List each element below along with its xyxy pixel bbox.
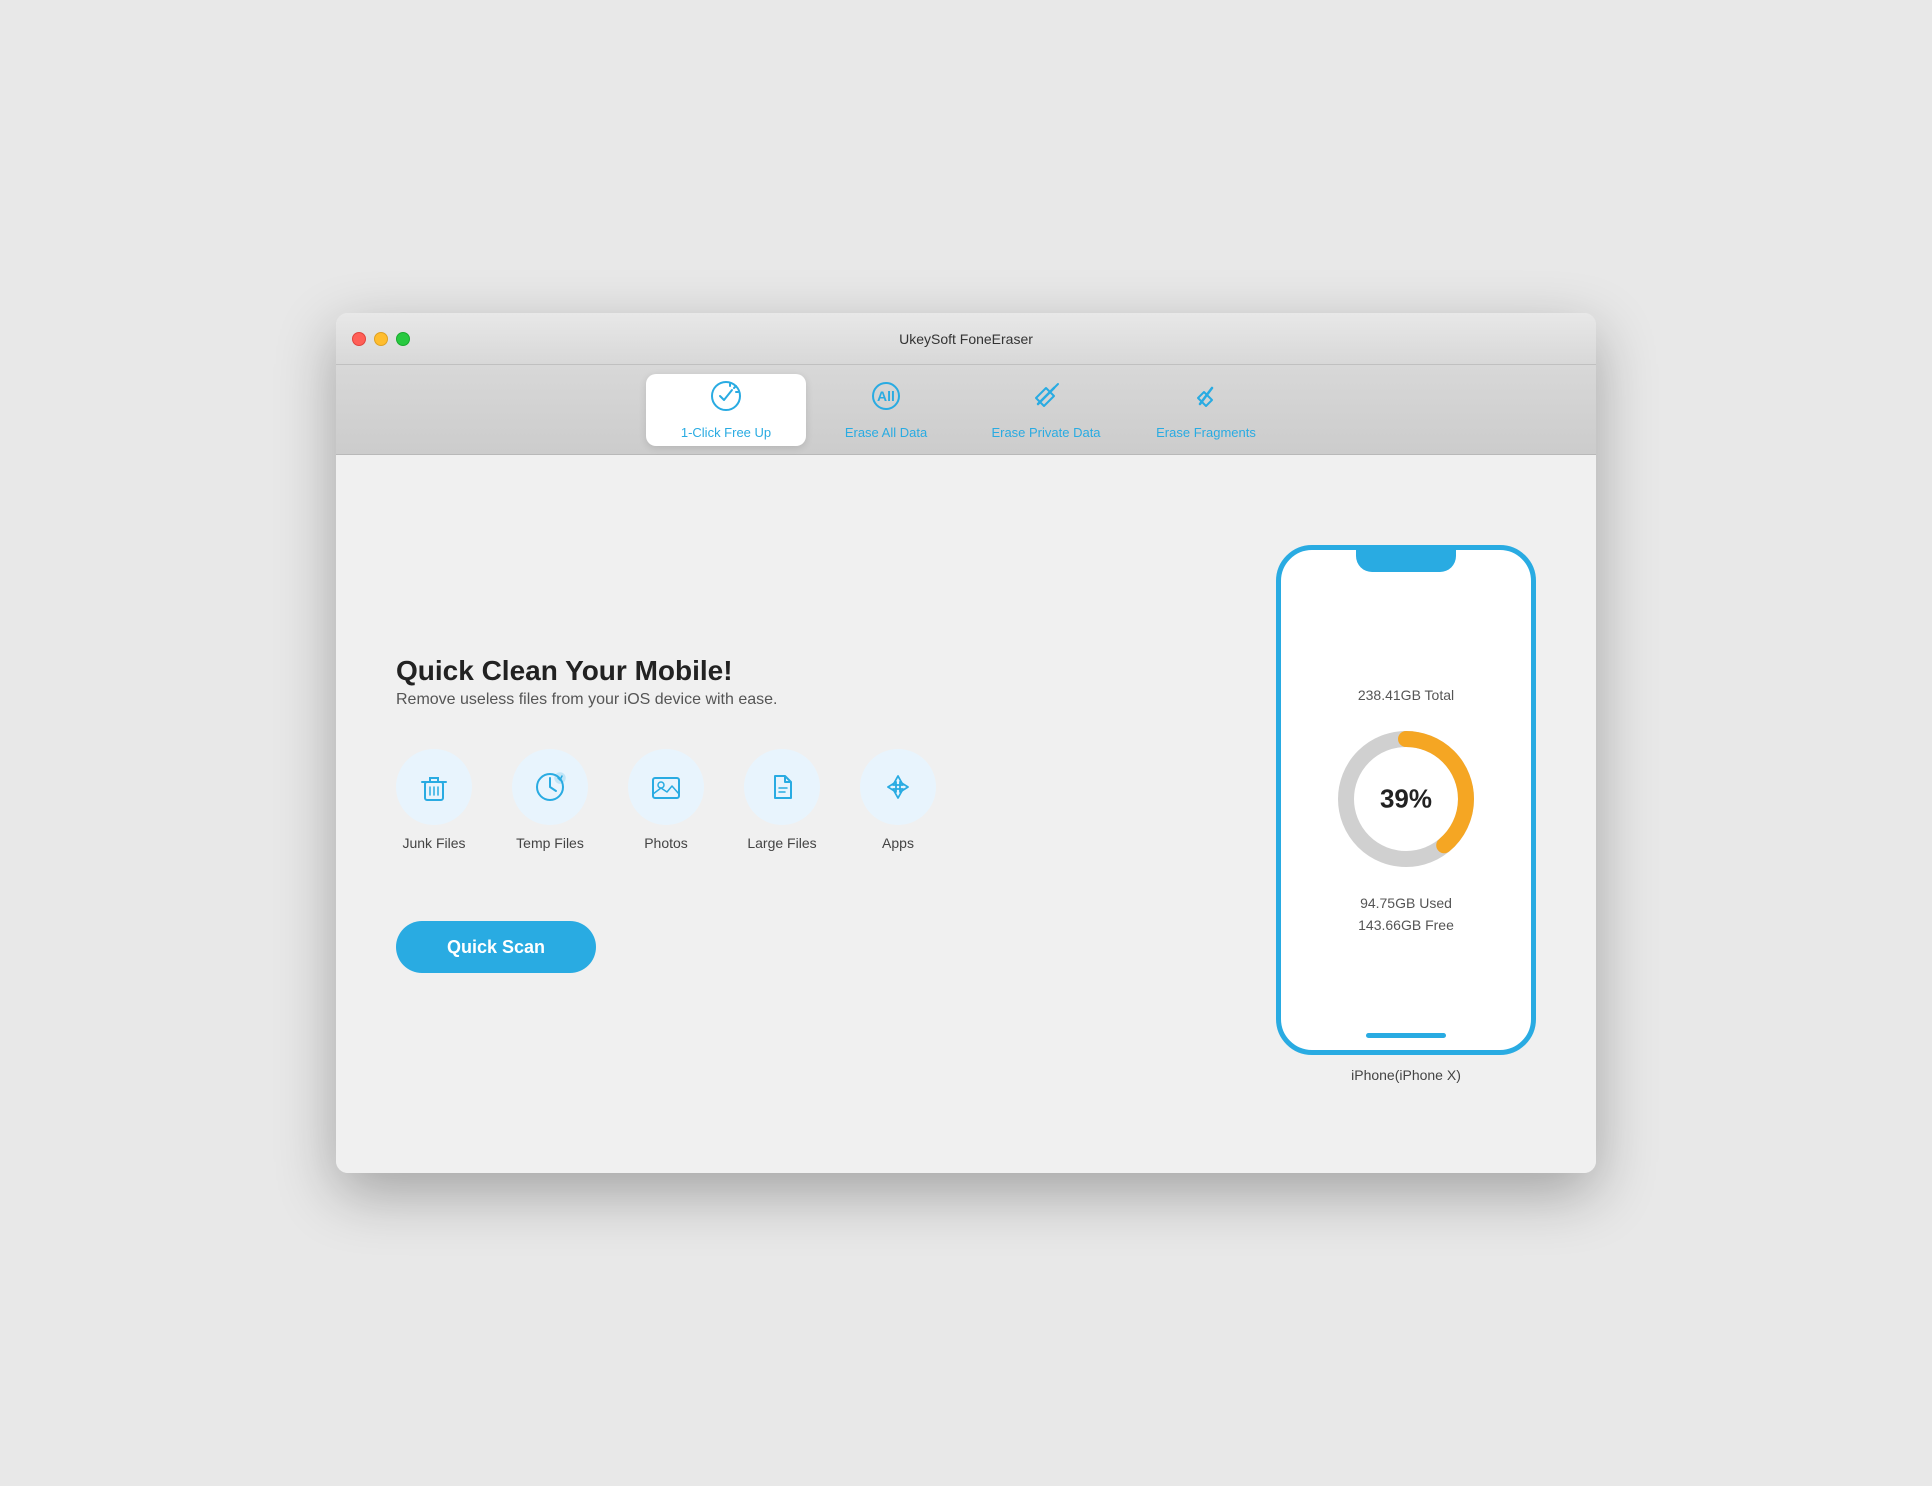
erase-private-icon	[1030, 380, 1062, 419]
device-name-label: iPhone(iPhone X)	[1351, 1067, 1461, 1083]
right-panel: 238.41GB Total 39%	[1276, 545, 1536, 1083]
large-files-icon	[763, 768, 801, 806]
total-storage-label: 238.41GB Total	[1358, 687, 1454, 703]
phone-home-bar	[1366, 1033, 1446, 1038]
temp-files-icon	[531, 768, 569, 806]
apps-label: Apps	[882, 835, 914, 851]
apps-icon	[879, 768, 917, 806]
one-click-icon	[710, 380, 742, 419]
app-window: UkeySoft FoneEraser 1-Click Free Up All	[336, 313, 1596, 1173]
donut-chart: 39%	[1326, 719, 1486, 879]
photos-label: Photos	[644, 835, 688, 851]
window-title: UkeySoft FoneEraser	[899, 331, 1033, 347]
phone-frame: 238.41GB Total 39%	[1276, 545, 1536, 1055]
minimize-button[interactable]	[374, 332, 388, 346]
close-button[interactable]	[352, 332, 366, 346]
storage-details: 94.75GB Used 143.66GB Free	[1358, 895, 1454, 933]
phone-mockup: 238.41GB Total 39%	[1276, 545, 1536, 1055]
left-panel: Quick Clean Your Mobile! Remove useless …	[396, 655, 1276, 973]
main-subtitle: Remove useless files from your iOS devic…	[396, 691, 1276, 709]
feature-temp-files[interactable]: Temp Files	[512, 749, 588, 851]
phone-content: 238.41GB Total 39%	[1326, 590, 1486, 1030]
feature-junk-files[interactable]: Junk Files	[396, 749, 472, 851]
tab-erase-private-data[interactable]: Erase Private Data	[966, 374, 1126, 446]
erase-all-icon: All	[870, 380, 902, 419]
tab-erase-all-data[interactable]: All Erase All Data	[806, 374, 966, 446]
maximize-button[interactable]	[396, 332, 410, 346]
main-content: Quick Clean Your Mobile! Remove useless …	[336, 455, 1596, 1173]
quick-scan-button[interactable]: Quick Scan	[396, 921, 596, 973]
toolbar: 1-Click Free Up All Erase All Data Erase…	[336, 365, 1596, 455]
storage-free-label: 143.66GB Free	[1358, 917, 1454, 933]
feature-large-files[interactable]: Large Files	[744, 749, 820, 851]
large-files-label: Large Files	[747, 835, 816, 851]
photos-icon	[647, 768, 685, 806]
erase-fragments-icon	[1190, 380, 1222, 419]
phone-notch	[1356, 550, 1456, 572]
tab-erase-fragments-label: Erase Fragments	[1156, 425, 1256, 440]
donut-percent: 39%	[1380, 784, 1432, 815]
apps-icon-circle	[860, 749, 936, 825]
large-files-icon-circle	[744, 749, 820, 825]
junk-files-icon	[415, 768, 453, 806]
photos-icon-circle	[628, 749, 704, 825]
temp-files-icon-circle	[512, 749, 588, 825]
temp-files-label: Temp Files	[516, 835, 584, 851]
traffic-lights	[352, 332, 410, 346]
titlebar: UkeySoft FoneEraser	[336, 313, 1596, 365]
tab-erase-fragments[interactable]: Erase Fragments	[1126, 374, 1286, 446]
tab-one-click-label: 1-Click Free Up	[681, 425, 771, 440]
junk-files-icon-circle	[396, 749, 472, 825]
feature-apps[interactable]: Apps	[860, 749, 936, 851]
feature-icons-row: Junk Files Temp Files	[396, 749, 1276, 851]
main-title: Quick Clean Your Mobile!	[396, 655, 1276, 687]
junk-files-label: Junk Files	[402, 835, 465, 851]
tab-one-click-free-up[interactable]: 1-Click Free Up	[646, 374, 806, 446]
feature-photos[interactable]: Photos	[628, 749, 704, 851]
svg-text:All: All	[877, 388, 895, 404]
storage-used-label: 94.75GB Used	[1360, 895, 1452, 911]
tab-erase-all-label: Erase All Data	[845, 425, 927, 440]
tab-erase-private-label: Erase Private Data	[991, 425, 1100, 440]
